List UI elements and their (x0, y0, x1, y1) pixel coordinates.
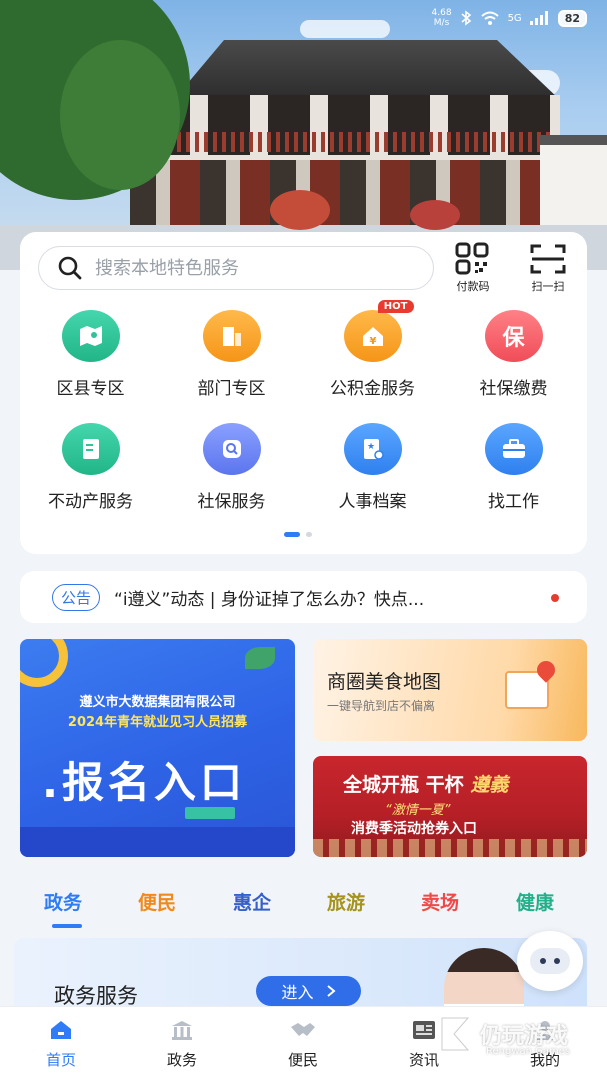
recruit-title: 2024年青年就业见习人员招募 (67, 715, 248, 730)
food-map-banner[interactable]: 商圈美食地图 一键导航到店不偏离 (313, 639, 587, 741)
status-bar: 4.68 M/s 5G 82 (432, 8, 587, 28)
recruit-cta: .报名入口 (42, 758, 246, 807)
handshake-icon (291, 1023, 315, 1036)
consumption-season-banner[interactable]: 全城开瓶 干杯 遵義 “激情一夏” 消费季活动抢券入口 (313, 756, 587, 857)
service-housing-fund[interactable]: ¥ HOT 公积金服务 (302, 300, 443, 399)
service-department-zone[interactable]: 部门专区 (161, 310, 302, 399)
page-dot (306, 532, 312, 537)
pay-code-button[interactable]: 付款码 (443, 242, 503, 294)
bluetooth-icon (461, 10, 471, 26)
service-social-insurance-payment[interactable]: 保 社保缴费 (443, 310, 584, 399)
nav-convenience[interactable]: 便民 (263, 1019, 343, 1070)
file-star-icon: ★ (343, 423, 402, 475)
service-label: 找工作 (488, 492, 539, 512)
tab-tourism[interactable]: 旅游 (327, 888, 365, 915)
qr-code-icon (455, 242, 489, 275)
battery-indicator: 82 (557, 9, 587, 27)
wifi-icon (480, 11, 499, 25)
tab-mall[interactable]: 卖场 (421, 888, 459, 915)
page-dot-active (284, 532, 300, 537)
service-label: 区县专区 (56, 379, 125, 399)
watermark-logo-icon (441, 1017, 470, 1051)
service-find-job[interactable]: 找工作 (443, 423, 584, 512)
house-money-icon: ¥ HOT (343, 300, 414, 362)
scan-label: 扫一扫 (531, 280, 565, 293)
enter-button[interactable]: 进入 (256, 976, 361, 1006)
promo-entry: 消费季活动抢券入口 (351, 821, 477, 837)
announcement-tag: 公告 (52, 583, 101, 611)
search-bar[interactable] (38, 246, 434, 290)
building-roof (173, 40, 560, 100)
service-district-zone[interactable]: 区县专区 (20, 310, 161, 399)
tab-enterprise[interactable]: 惠企 (233, 888, 271, 915)
nav-government[interactable]: 政务 (142, 1019, 222, 1070)
announcement-bar[interactable]: 公告 “i遵义”动态 | 身份证掉了怎么办？快点... (20, 571, 587, 623)
assistant-robot-button[interactable] (517, 931, 583, 991)
document-icon (61, 423, 120, 475)
service-label: 不动产服务 (48, 492, 133, 512)
service-label: 人事档案 (338, 492, 407, 512)
food-map-title: 商圈美食地图 (327, 671, 442, 693)
scan-icon (530, 244, 566, 274)
search-shield-icon (202, 423, 261, 475)
service-real-estate[interactable]: 不动产服务 (20, 423, 161, 512)
active-tab-indicator (52, 924, 82, 928)
service-personnel-files[interactable]: ★ 人事档案 (302, 423, 443, 512)
hero-banner-image (0, 0, 607, 270)
food-map-subtitle: 一键导航到店不偏离 (327, 699, 436, 713)
service-label: 部门专区 (197, 379, 266, 399)
map-icon (61, 310, 120, 362)
scan-button[interactable]: 扫一扫 (518, 242, 578, 294)
briefcase-icon (484, 423, 543, 475)
bao-icon: 保 (484, 310, 543, 362)
chevron-right-icon (326, 985, 336, 997)
tab-government[interactable]: 政务 (44, 888, 82, 915)
search-icon (58, 256, 82, 280)
service-social-insurance[interactable]: 社保服务 (161, 423, 302, 512)
watermark: 仍玩游戏 Rengwan Games (438, 1014, 571, 1057)
category-tabs: 政务 便民 惠企 旅游 卖场 健康 (0, 888, 607, 928)
robot-icon (530, 948, 570, 974)
network-type: 5G (507, 12, 522, 24)
svg-text:¥: ¥ (369, 336, 376, 347)
home-icon (51, 1021, 71, 1039)
service-label: 社保缴费 (479, 379, 548, 399)
service-label: 公积金服务 (330, 379, 415, 399)
announcement-text: “i遵义”动态 | 身份证掉了怎么办？快点... (114, 589, 425, 610)
pay-code-label: 付款码 (456, 280, 490, 293)
building-icon (202, 310, 261, 362)
tab-convenience[interactable]: 便民 (138, 888, 176, 915)
svg-text:★: ★ (366, 442, 374, 452)
network-speed: 4.68 M/s (431, 8, 452, 28)
recruitment-banner[interactable]: 遵义市大数据集团有限公司 2024年青年就业见习人员招募 .报名入口 (20, 639, 295, 857)
services-card: 付款码 扫一扫 区县专区 部门专区 ¥ HOT (20, 232, 587, 554)
search-input[interactable] (95, 257, 395, 279)
promo-slogan: “激情一夏” (385, 803, 451, 818)
recruit-company: 遵义市大数据集团有限公司 (79, 695, 236, 710)
signal-icon (529, 11, 548, 25)
institution-icon (172, 1021, 192, 1040)
watermark-url: Rengwan Games (486, 1046, 571, 1057)
hot-badge: HOT (377, 300, 414, 313)
service-label: 社保服务 (197, 492, 266, 512)
nav-home[interactable]: 首页 (21, 1019, 101, 1070)
news-icon (413, 1021, 435, 1039)
unread-dot (551, 594, 559, 602)
page-indicator (284, 532, 312, 537)
promo-headline: 全城开瓶 干杯 遵義 (343, 774, 509, 796)
tab-health[interactable]: 健康 (516, 888, 554, 915)
